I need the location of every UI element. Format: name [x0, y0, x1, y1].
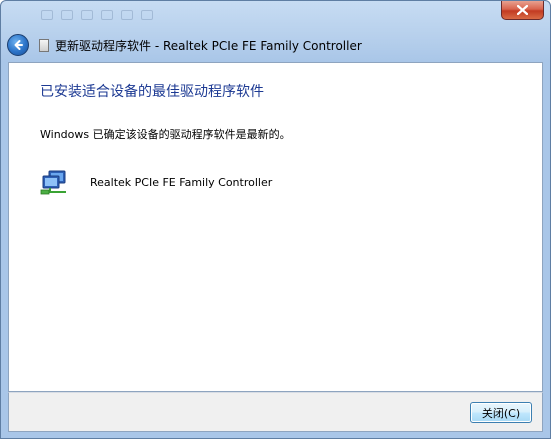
faint-icon-2: [61, 10, 73, 20]
close-icon: [517, 5, 528, 15]
faint-icon-3: [81, 10, 93, 20]
faint-icon-5: [121, 10, 133, 20]
back-button[interactable]: [7, 34, 29, 56]
device-name: Realtek PCIe FE Family Controller: [90, 175, 273, 189]
window-title: 更新驱动程序软件 - Realtek PCIe FE Family Contro…: [55, 38, 362, 53]
status-message: Windows 已确定该设备的驱动程序软件是最新的。: [40, 128, 291, 141]
content-pane: 已安装适合设备的最佳驱动程序软件 Windows 已确定该设备的驱动程序软件是最…: [8, 62, 543, 392]
faint-icon-6: [141, 10, 153, 20]
page-heading: 已安装适合设备的最佳驱动程序软件: [40, 84, 264, 100]
titlebar-faint-icons: [41, 10, 153, 20]
close-button[interactable]: 关闭(C): [470, 402, 532, 423]
faint-icon-1: [41, 10, 53, 20]
network-adapter-icon: [40, 170, 66, 195]
back-arrow-icon: [14, 40, 23, 50]
device-manager-icon: [39, 38, 49, 52]
device-row: Realtek PCIe FE Family Controller: [40, 167, 272, 197]
update-driver-window: 更新驱动程序软件 - Realtek PCIe FE Family Contro…: [0, 0, 551, 439]
nav-row: 更新驱动程序软件 - Realtek PCIe FE Family Contro…: [7, 32, 362, 58]
button-bar: 关闭(C): [8, 392, 543, 432]
window-close-button[interactable]: [501, 1, 544, 20]
faint-icon-4: [101, 10, 113, 20]
